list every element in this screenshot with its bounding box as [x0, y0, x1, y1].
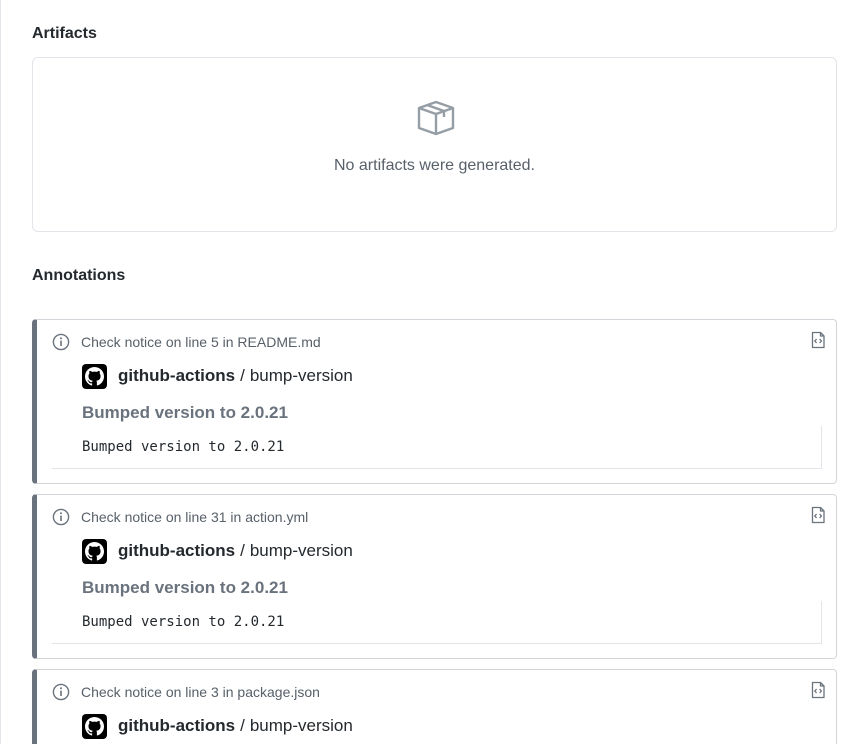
- github-logo-icon: [82, 713, 107, 739]
- annotation-app-name[interactable]: github-actions: [118, 366, 235, 386]
- annotation-source: github-actions / bump-version: [82, 713, 353, 739]
- annotation-card: Check notice on line 31 in action.yml gi…: [32, 494, 837, 659]
- annotation-app-name[interactable]: github-actions: [118, 541, 235, 561]
- annotations-heading: Annotations: [32, 267, 126, 284]
- annotation-source: github-actions / bump-version: [82, 538, 353, 564]
- annotation-message-box: Bumped version to 2.0.21: [52, 601, 822, 644]
- annotation-message: Bumped version to 2.0.21: [52, 601, 821, 643]
- info-icon: [52, 333, 70, 351]
- github-logo-icon: [82, 538, 107, 564]
- annotation-job-name[interactable]: bump-version: [250, 716, 353, 736]
- annotation-header: Check notice on line 31 in action.yml: [52, 507, 308, 527]
- github-logo-icon: [82, 363, 107, 389]
- info-icon: [52, 683, 70, 701]
- file-code-icon[interactable]: [809, 331, 827, 349]
- annotation-location-link[interactable]: Check notice on line 31 in action.yml: [81, 507, 308, 527]
- annotation-header: Check notice on line 5 in README.md: [52, 332, 321, 352]
- file-code-icon[interactable]: [809, 506, 827, 524]
- source-separator: /: [240, 716, 245, 735]
- annotation-header: Check notice on line 3 in package.json: [52, 682, 320, 702]
- artifacts-heading: Artifacts: [32, 25, 97, 42]
- annotation-location-link[interactable]: Check notice on line 5 in README.md: [81, 332, 321, 352]
- package-icon: [417, 100, 455, 136]
- annotation-message-box: Bumped version to 2.0.21: [52, 426, 822, 469]
- annotation-source: github-actions / bump-version: [82, 363, 353, 389]
- annotation-message: Bumped version to 2.0.21: [52, 426, 821, 468]
- info-icon: [52, 508, 70, 526]
- annotation-title: Bumped version to 2.0.21: [82, 403, 288, 422]
- page-left-border: [0, 0, 1, 744]
- source-separator: /: [240, 541, 245, 560]
- annotation-job-name[interactable]: bump-version: [250, 366, 353, 386]
- annotation-job-name[interactable]: bump-version: [250, 541, 353, 561]
- source-separator: /: [240, 366, 245, 385]
- annotation-location-link[interactable]: Check notice on line 3 in package.json: [81, 682, 320, 702]
- artifacts-empty-state: No artifacts were generated.: [32, 57, 837, 232]
- file-code-icon[interactable]: [809, 681, 827, 699]
- annotation-title: Bumped version to 2.0.21: [82, 578, 288, 597]
- annotation-card: Check notice on line 5 in README.md gith…: [32, 319, 837, 484]
- annotation-app-name[interactable]: github-actions: [118, 716, 235, 736]
- annotation-card: Check notice on line 3 in package.json g…: [32, 669, 837, 744]
- no-artifacts-message: No artifacts were generated.: [334, 157, 535, 174]
